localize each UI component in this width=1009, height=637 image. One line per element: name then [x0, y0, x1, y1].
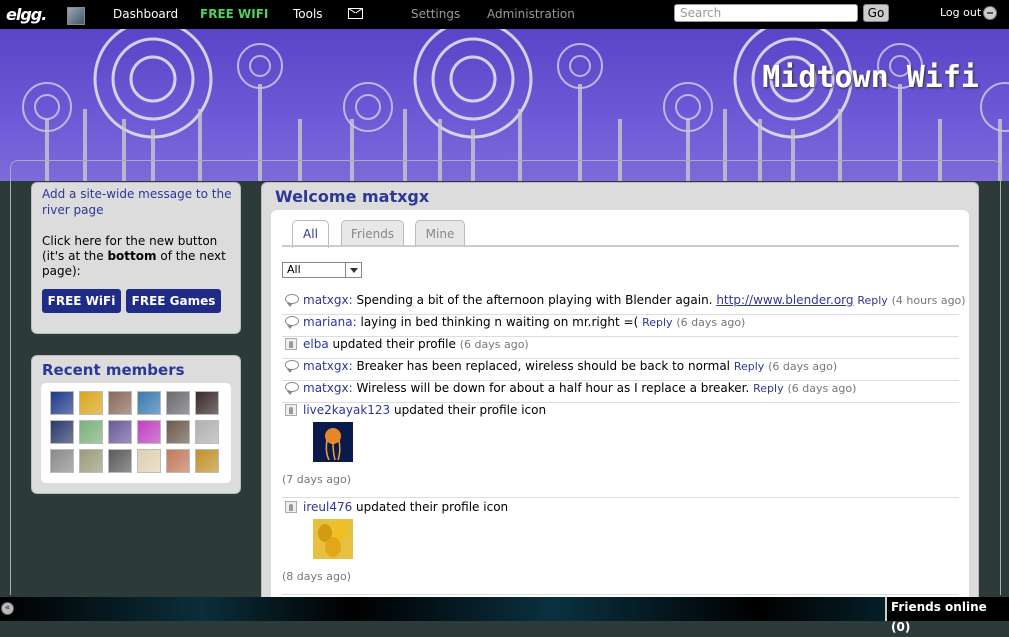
profile-icon-thumbnail[interactable] — [313, 422, 353, 462]
member-avatar[interactable] — [79, 420, 103, 444]
logout-icon[interactable] — [983, 6, 997, 20]
river-user-link[interactable]: live2kayak123 — [303, 403, 390, 417]
river-item: matxgx: Spending a bit of the afternoon … — [282, 292, 966, 315]
member-avatar[interactable] — [108, 420, 132, 444]
member-avatar[interactable] — [166, 391, 190, 415]
free-wifi-link[interactable]: FREE WIFI — [200, 7, 268, 21]
reply-link[interactable]: Reply — [642, 316, 672, 329]
reply-link[interactable]: Reply — [734, 360, 764, 373]
tab-underline — [282, 245, 959, 247]
river-user-link[interactable]: matxgx: — [303, 359, 353, 373]
logout-link[interactable]: Log out — [940, 6, 981, 19]
river-item: mariana: laying in bed thinking n waitin… — [282, 314, 959, 337]
profile-update-icon — [285, 338, 297, 350]
add-site-message-link[interactable]: Add a site-wide message to the river pag… — [42, 186, 232, 218]
member-avatar[interactable] — [137, 449, 161, 473]
member-avatar[interactable] — [137, 391, 161, 415]
river-item: elba updated their profile (6 days ago) — [282, 336, 959, 359]
user-avatar[interactable] — [67, 7, 85, 25]
member-avatar[interactable] — [166, 420, 190, 444]
site-message-box: Add a site-wide message to the river pag… — [31, 182, 241, 334]
river-panel: All Friends Mine All matxgx: Spending a … — [271, 210, 969, 610]
dashboard-link[interactable]: Dashboard — [113, 7, 178, 21]
member-avatar[interactable] — [166, 449, 190, 473]
messages-icon[interactable] — [348, 8, 363, 19]
timestamp: (6 days ago) — [787, 382, 857, 395]
site-header: Midtown Wifi — [0, 29, 1009, 181]
new-button-instructions: Click here for the new button (it's at t… — [42, 234, 226, 278]
external-link[interactable]: http://www.blender.org — [716, 293, 853, 307]
river-item: matxgx: Breaker has been replaced, wirel… — [282, 358, 959, 381]
tab-all[interactable]: All — [292, 220, 329, 248]
river-text: updated their profile — [328, 337, 460, 351]
tab-mine[interactable]: Mine — [415, 220, 465, 246]
timestamp: (4 hours ago) — [891, 294, 966, 307]
free-games-button[interactable]: FREE Games — [126, 289, 221, 313]
river-user-link[interactable]: ireul476 — [303, 500, 352, 514]
timestamp: (6 days ago) — [676, 316, 746, 329]
river-user-link[interactable]: matxgx: — [303, 381, 353, 395]
content-frame-top — [10, 160, 1001, 181]
reply-link[interactable]: Reply — [857, 294, 887, 307]
elgg-logo[interactable]: elgg. — [6, 5, 47, 24]
timestamp: (6 days ago) — [768, 360, 838, 373]
river-user-link[interactable]: mariana: — [303, 315, 357, 329]
top-toolbar: elgg. Dashboard FREE WIFI Tools Settings… — [0, 0, 1009, 29]
tools-menu[interactable]: Tools — [293, 7, 323, 21]
comment-bubble-icon — [285, 382, 299, 395]
member-avatar[interactable] — [79, 449, 103, 473]
member-avatar[interactable] — [137, 420, 161, 444]
river-text: Wireless will be down for about a half h… — [352, 381, 754, 395]
reply-link[interactable]: Reply — [753, 382, 783, 395]
main-panel: Welcome matxgx All Friends Mine All matx… — [261, 182, 979, 612]
recent-members-box: Recent members — [31, 355, 241, 494]
river-text: laying in bed thinking n waiting on mr.r… — [356, 315, 643, 329]
member-avatar[interactable] — [195, 449, 219, 473]
chevron-down-icon[interactable] — [345, 263, 361, 277]
antenna-banner-graphic — [22, 29, 1009, 181]
site-title[interactable]: Midtown Wifi — [762, 60, 979, 95]
river-text: updated their profile icon — [352, 500, 509, 514]
timestamp: (6 days ago) — [459, 338, 529, 351]
members-grid — [41, 383, 231, 483]
river-user-link[interactable]: elba — [303, 337, 329, 351]
river-item: matxgx: Wireless will be down for about … — [282, 380, 959, 403]
recent-members-title: Recent members — [42, 361, 185, 379]
river-text: Spending a bit of the afternoon playing … — [352, 293, 717, 307]
profile-update-icon — [285, 404, 297, 416]
member-avatar[interactable] — [50, 391, 74, 415]
river-item: live2kayak123 updated their profile icon… — [282, 402, 959, 498]
comment-bubble-icon — [285, 316, 299, 329]
comment-bubble-icon — [285, 294, 299, 307]
friends-online-button[interactable]: Friends online (0) — [885, 597, 1009, 634]
search-go-button[interactable]: Go — [863, 4, 889, 22]
page-title: Welcome matxgx — [275, 187, 430, 206]
member-avatar[interactable] — [79, 391, 103, 415]
member-avatar[interactable] — [50, 449, 74, 473]
activity-filter-select[interactable]: All — [282, 262, 362, 278]
search-input[interactable] — [674, 4, 858, 22]
timestamp: (8 days ago) — [282, 570, 351, 583]
member-avatar[interactable] — [195, 391, 219, 415]
settings-link[interactable]: Settings — [411, 7, 460, 21]
collapse-toolbar-icon[interactable]: « — [1, 602, 14, 615]
profile-update-icon — [285, 501, 297, 513]
comment-bubble-icon — [285, 360, 299, 373]
free-wifi-button[interactable]: FREE WiFi — [42, 289, 121, 313]
river-text: updated their profile icon — [390, 403, 547, 417]
tab-friends[interactable]: Friends — [341, 220, 404, 246]
river-user-link[interactable]: matxgx: — [303, 293, 353, 307]
member-avatar[interactable] — [195, 420, 219, 444]
administration-link[interactable]: Administration — [487, 7, 575, 21]
bottom-toolbar: « Friends online (0) — [0, 597, 1009, 634]
member-avatar[interactable] — [50, 420, 74, 444]
river-item: ireul476 updated their profile icon (8 d… — [282, 499, 959, 595]
member-avatar[interactable] — [108, 391, 132, 415]
river-text: Breaker has been replaced, wireless shou… — [352, 359, 734, 373]
timestamp: (7 days ago) — [282, 473, 351, 486]
profile-icon-thumbnail[interactable] — [313, 519, 353, 559]
member-avatar[interactable] — [108, 449, 132, 473]
